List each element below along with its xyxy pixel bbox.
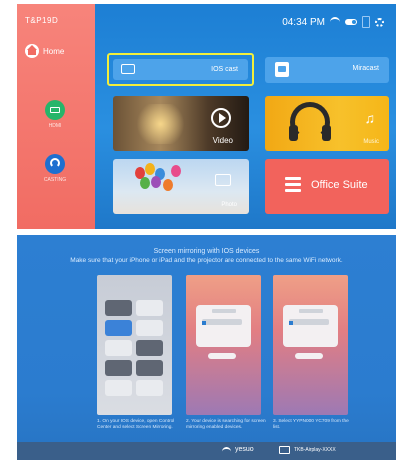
music-note-icon: ♫: [364, 110, 376, 126]
step-1-caption: 1. On your IOS device, open Control Cent…: [97, 419, 175, 430]
step-3-image: [273, 275, 348, 415]
hdmi-icon: [45, 100, 65, 120]
brand-logo: T&P19D: [25, 16, 59, 25]
hdmi-button[interactable]: HDMI: [40, 100, 70, 129]
airplay-icon: [121, 64, 135, 74]
ios-cast-instructions-screen: Screen mirroring with IOS devices Make s…: [17, 235, 396, 460]
step-1-image: [97, 275, 172, 415]
device-name: TKB-Airplay-XXXX: [294, 447, 336, 453]
home-button[interactable]: Home: [25, 44, 64, 58]
wifi-ssid: yesuo: [235, 446, 254, 453]
office-suite-label: Office Suite: [311, 179, 368, 191]
video-label: Video: [212, 136, 233, 145]
photo-tile[interactable]: Photo: [113, 159, 249, 214]
casting-button[interactable]: CASTING: [40, 154, 70, 183]
music-tile[interactable]: ♫ Music: [265, 96, 389, 151]
wifi-icon: [330, 17, 340, 27]
clock: 04:34 PM: [282, 16, 325, 28]
casting-label: CASTING: [43, 177, 67, 183]
miracast-icon: [275, 62, 289, 77]
list-icon: [285, 177, 301, 193]
office-suite-tile[interactable]: Office Suite: [265, 159, 389, 214]
home-icon: [25, 44, 39, 58]
camera-icon: [215, 174, 231, 186]
step-3-caption: 3. Select YYPN000 YC709 from the list.: [273, 419, 349, 430]
video-tile[interactable]: Video: [113, 96, 249, 151]
page-title: Screen mirroring with IOS devices: [153, 248, 260, 255]
headphones-icon: [289, 102, 331, 142]
miracast-label: Miracast: [352, 65, 379, 72]
home-label: Home: [43, 46, 65, 56]
ios-cast-tile[interactable]: IOS cast: [107, 53, 254, 86]
sidebar: T&P19D Home HDMI CASTING: [17, 4, 95, 229]
music-label: Music: [363, 139, 379, 145]
toggle-icon: [345, 19, 357, 25]
ios-cast-label: IOS cast: [211, 66, 238, 73]
tv-icon: [279, 446, 290, 454]
page-subtitle: Make sure that your iPhone or iPad and t…: [70, 257, 343, 264]
photo-label: Photo: [221, 202, 237, 208]
footer-bar: yesuo TKB-Airplay-XXXX: [17, 442, 396, 460]
hdmi-label: HDMI: [48, 123, 62, 129]
step-2-image: [186, 275, 261, 415]
headset-icon: [45, 154, 65, 174]
wifi-icon: [222, 447, 231, 456]
miracast-tile[interactable]: Miracast: [265, 57, 389, 83]
home-screen: T&P19D Home HDMI CASTING 04:34 PM IOS ca…: [17, 4, 396, 229]
status-bar: 04:34 PM: [282, 16, 384, 28]
bluetooth-icon: [362, 16, 370, 28]
step-2-caption: 2. Your device is searching for screen m…: [186, 419, 266, 430]
play-icon: [211, 108, 231, 128]
gear-icon[interactable]: [375, 17, 384, 27]
